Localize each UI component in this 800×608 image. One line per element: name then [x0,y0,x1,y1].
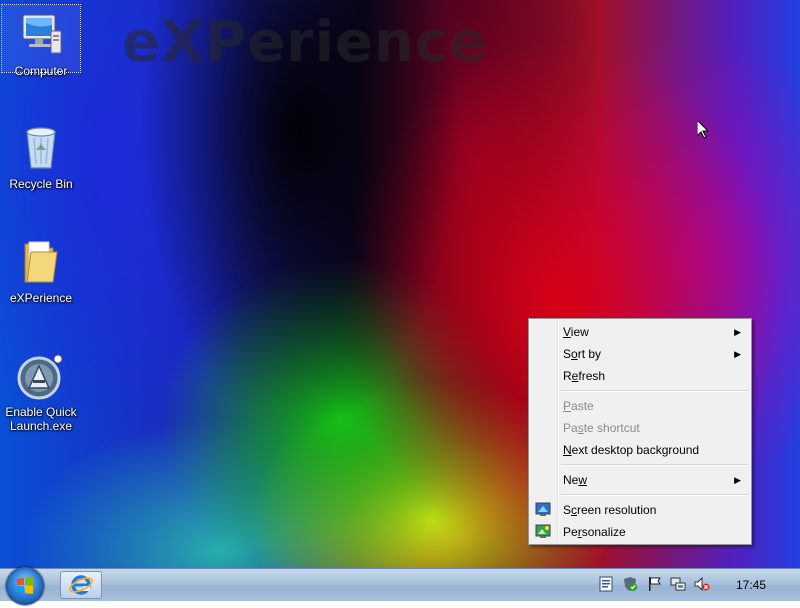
desktop[interactable]: eXPerience Computer Recycle Bin eXPerien… [0,0,800,568]
screen-resolution-icon [535,502,551,516]
mouse-pointer-icon [697,120,709,139]
desktop-context-menu: View ▶ Sort by ▶ Refresh Paste Paste sho… [528,318,752,545]
menu-item-screen-resolution[interactable]: Screen resolution [531,499,749,521]
security-shield-icon[interactable] [622,576,638,592]
menu-item-label: Next desktop background [563,443,700,457]
submenu-arrow-icon: ▶ [734,327,741,337]
desktop-icon-computer[interactable]: Computer [1,4,81,78]
menu-separator [561,494,749,496]
internet-explorer-icon [69,575,93,595]
menu-item-label: New [563,473,588,487]
taskbar-button-internet-explorer[interactable] [60,571,102,599]
start-button[interactable] [6,567,44,605]
quick-launch-app-icon [17,354,63,400]
menu-item-label: Screen resolution [563,503,657,517]
menu-item-label: Paste shortcut [563,421,640,435]
menu-item-label: Paste [563,399,594,413]
menu-item-refresh[interactable]: Refresh [531,365,749,387]
menu-item-label: Sort by [563,347,602,361]
taskbar-clock[interactable]: 17:45 [736,578,766,592]
personalize-icon [535,524,551,538]
network-icon[interactable] [670,576,686,592]
desktop-icon-label: Recycle Bin [9,177,73,191]
desktop-icon-enable-quick-launch[interactable]: Enable Quick Launch.exe [2,346,80,433]
recycle-bin-icon [26,127,56,169]
desktop-icon-experience-folder[interactable]: eXPerience [2,232,80,305]
menu-item-label: View [563,325,589,339]
menu-item-label: Refresh [563,369,606,383]
computer-icon [22,14,62,54]
menu-item-paste[interactable]: Paste [531,395,749,417]
menu-item-paste-shortcut[interactable]: Paste shortcut [531,417,749,439]
desktop-icon-label: Enable Quick Launch.exe [5,405,77,433]
wallpaper-wordmark: eXPerience [122,10,489,75]
folder-icon [24,241,58,283]
menu-item-sort-by[interactable]: Sort by ▶ [531,343,749,365]
volume-muted-icon[interactable] [694,576,710,592]
taskbar: 17:45 [0,567,800,605]
menu-item-view[interactable]: View ▶ [531,321,749,343]
menu-item-next-desktop-background[interactable]: Next desktop background [531,439,749,461]
action-center-flag-icon[interactable] [647,576,663,592]
menu-item-personalize[interactable]: Personalize [531,521,749,543]
menu-item-new[interactable]: New ▶ [531,469,749,491]
desktop-icon-label: eXPerience [9,291,73,305]
menu-separator [561,390,749,392]
document-icon[interactable] [598,576,614,592]
submenu-arrow-icon: ▶ [734,475,741,485]
desktop-icon-label: Computer [14,64,68,78]
menu-item-label: Personalize [563,525,626,539]
windows-start-orb-icon [17,577,33,594]
desktop-icon-recycle-bin[interactable]: Recycle Bin [2,118,80,191]
submenu-arrow-icon: ▶ [734,349,741,359]
menu-separator [561,464,749,466]
